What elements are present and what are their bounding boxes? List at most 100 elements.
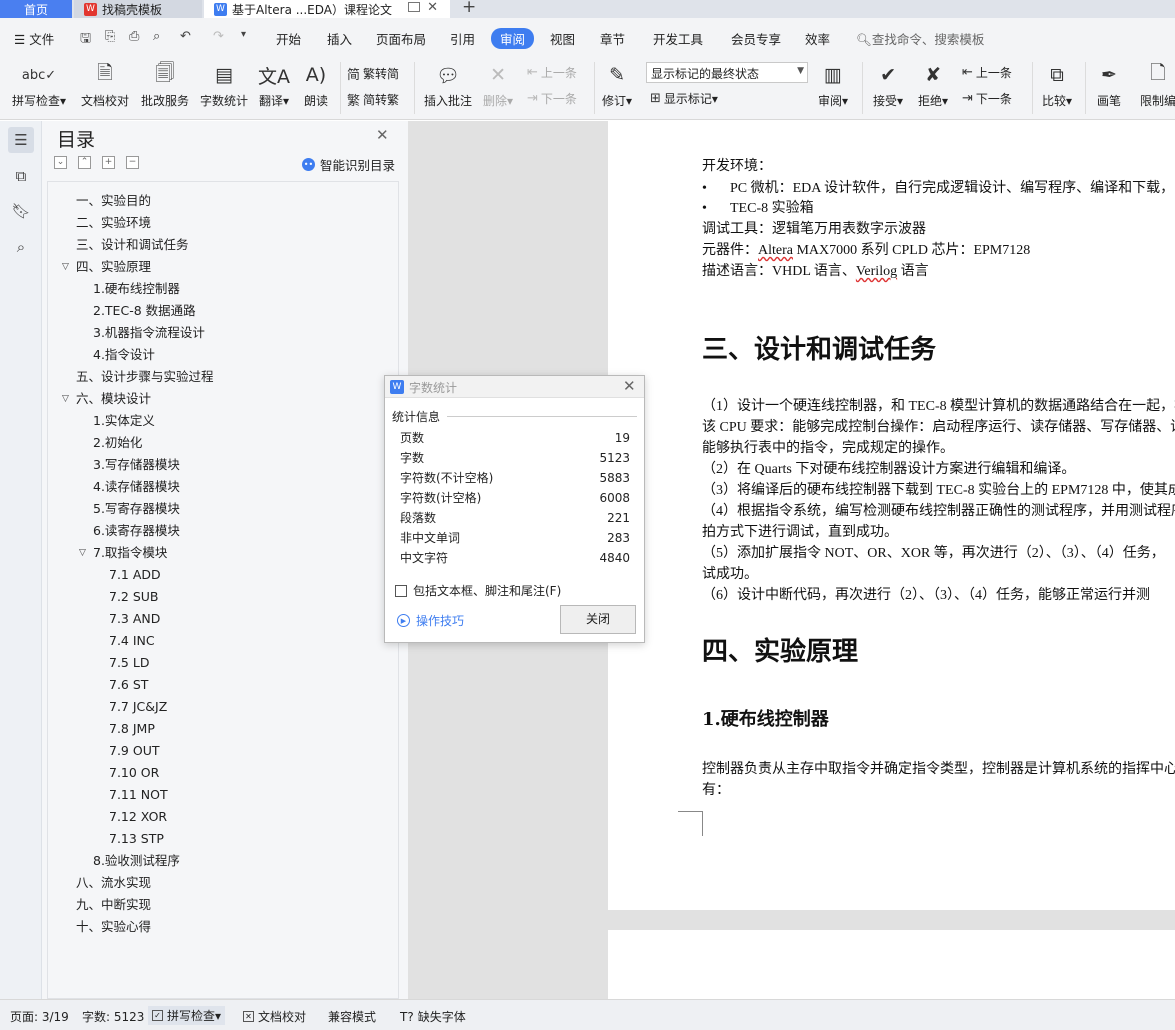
toc-item[interactable]: 7.10 OR — [48, 762, 398, 784]
toc-item[interactable]: 九、中断实现 — [48, 894, 398, 916]
add-heading-icon[interactable]: + — [102, 156, 115, 169]
tab-home[interactable]: 首页 — [0, 0, 72, 18]
toc-item[interactable]: 7.1 ADD — [48, 564, 398, 586]
reject-button[interactable]: ✘ 拒绝▾ — [918, 60, 948, 109]
chapter-nav-icon[interactable]: ⧉ — [8, 163, 34, 189]
toc-item[interactable]: 3.机器指令流程设计 — [48, 322, 398, 344]
toc-item[interactable]: 1.硬布线控制器 — [48, 278, 398, 300]
toc-item[interactable]: 八、流水实现 — [48, 872, 398, 894]
file-menu[interactable]: ☰ 文件 — [14, 29, 54, 48]
toc-item[interactable]: 6.读寄存器模块 — [48, 520, 398, 542]
menu-start[interactable]: 开始 — [276, 29, 301, 48]
close-icon[interactable]: ✕ — [623, 377, 636, 395]
redo-icon[interactable]: ↷ — [213, 29, 224, 44]
draw-button[interactable]: ✒ 画笔 — [1097, 60, 1121, 109]
document-page-next[interactable] — [608, 930, 1175, 999]
chevron-down-icon[interactable]: ▽ — [62, 256, 69, 278]
expand-all-icon[interactable]: ⌃ — [78, 156, 91, 169]
toc-item[interactable]: 7.6 ST — [48, 674, 398, 696]
show-markup-button[interactable]: ⊞ 显示标记 ▾ — [650, 90, 718, 107]
spellcheck-button[interactable]: abc✓ 拼写检查▾ — [12, 60, 66, 109]
spellcheck-status[interactable]: ✓ 拼写检查 ▾ — [148, 1006, 226, 1025]
tab-document[interactable]: W 基于Altera ...EDA）课程论文 ✕ — [204, 0, 450, 18]
smart-toc-button[interactable]: •• 智能识别目录 — [302, 155, 395, 174]
remove-heading-icon[interactable]: − — [126, 156, 139, 169]
collapse-all-icon[interactable]: ⌄ — [54, 156, 67, 169]
next-comment-button[interactable]: ⇥ 下一条 — [527, 90, 577, 107]
chevron-down-icon[interactable]: ▽ — [62, 388, 69, 410]
word-count-indicator[interactable]: 字数: 5123 — [82, 1008, 144, 1025]
toc-item[interactable]: 7.11 NOT — [48, 784, 398, 806]
toc-item[interactable]: 4.指令设计 — [48, 344, 398, 366]
markup-state-select[interactable]: 显示标记的最终状态 ▼ — [646, 62, 808, 83]
toc-item[interactable]: 4.读存储器模块 — [48, 476, 398, 498]
read-aloud-button[interactable]: A) 朗读 — [304, 60, 328, 109]
toc-item[interactable]: 三、设计和调试任务 — [48, 234, 398, 256]
simp-to-trad-button[interactable]: 繁简转繁 — [347, 90, 399, 109]
restrict-edit-button[interactable]: 🗋 限制编 — [1140, 60, 1175, 109]
toc-item[interactable]: 7.8 JMP — [48, 718, 398, 740]
search-icon[interactable]: ⌕ — [8, 234, 34, 260]
doc-proof-button[interactable]: 🗎 文档校对 — [81, 60, 129, 109]
toc-item[interactable]: 7.12 XOR — [48, 806, 398, 828]
batch-service-button[interactable]: 🗐 批改服务 — [141, 60, 189, 109]
menu-review[interactable]: 审阅 — [491, 28, 535, 49]
checkbox-box[interactable] — [395, 584, 407, 597]
word-count-button[interactable]: ▤ 字数统计 — [200, 60, 248, 109]
toc-item[interactable]: 7.7 JC&JZ — [48, 696, 398, 718]
toc-item[interactable]: 8.验收测试程序 — [48, 850, 398, 872]
undo-icon[interactable]: ↶ — [180, 29, 191, 44]
missing-font-status[interactable]: T? 缺失字体 — [400, 1008, 466, 1025]
trad-to-simp-button[interactable]: 简繁转简 — [347, 64, 399, 83]
document-page[interactable]: 开发环境： • PC 微机：EDA 设计软件，自行完成逻辑设计、编写程序、编译和下… — [608, 121, 1175, 910]
toc-item[interactable]: ▽ 六、模块设计 — [48, 388, 398, 410]
customize-icon[interactable]: ▾ — [241, 29, 246, 40]
menu-developer[interactable]: 开发工具 — [653, 29, 703, 48]
menu-layout[interactable]: 页面布局 — [376, 29, 426, 48]
menu-insert[interactable]: 插入 — [327, 29, 352, 48]
toc-item[interactable]: 7.2 SUB — [48, 586, 398, 608]
chevron-down-icon[interactable]: ▽ — [79, 542, 86, 564]
print-icon[interactable]: ⎙ — [129, 29, 139, 44]
review-pane-button[interactable]: ▥ 审阅▾ — [818, 60, 848, 109]
dialog-titlebar[interactable]: W 字数统计 ✕ — [385, 376, 644, 398]
toc-item[interactable]: 二、实验环境 — [48, 212, 398, 234]
toc-item[interactable]: 2.初始化 — [48, 432, 398, 454]
include-textbox-checkbox[interactable]: 包括文本框、脚注和尾注(F) — [395, 582, 561, 599]
doc-proof-status[interactable]: ✕ 文档校对 — [243, 1008, 306, 1025]
toc-item[interactable]: ▽ 四、实验原理 — [48, 256, 398, 278]
menu-view[interactable]: 视图 — [550, 29, 575, 48]
prev-change-button[interactable]: ⇤ 上一条 — [962, 64, 1012, 81]
revise-button[interactable]: ✎ 修订▾ — [602, 60, 632, 109]
page-indicator[interactable]: 页面: 3/19 — [10, 1008, 69, 1025]
tips-link[interactable]: ▶ 操作技巧 — [397, 612, 464, 629]
toc-item[interactable]: 5.写寄存器模块 — [48, 498, 398, 520]
toc-item[interactable]: 7.13 STP — [48, 828, 398, 850]
toc-item[interactable]: 7.4 INC — [48, 630, 398, 652]
toc-item[interactable]: 一、实验目的 — [48, 190, 398, 212]
export-pdf-icon[interactable]: ⎘ — [105, 29, 115, 44]
toc-item[interactable]: 五、设计步骤与实验过程 — [48, 366, 398, 388]
toc-item[interactable]: 7.5 LD — [48, 652, 398, 674]
new-tab-button[interactable]: + — [462, 0, 476, 17]
prev-comment-button[interactable]: ⇤ 上一条 — [527, 64, 577, 81]
close-button[interactable]: 关闭 — [560, 605, 636, 634]
toc-item[interactable]: 1.实体定义 — [48, 410, 398, 432]
toc-item[interactable]: 十、实验心得 — [48, 916, 398, 938]
delete-comment-button[interactable]: ✕ 删除▾ — [483, 60, 513, 109]
menu-references[interactable]: 引用 — [450, 29, 475, 48]
toc-icon[interactable]: ☰ — [8, 127, 34, 153]
close-icon[interactable]: ✕ — [376, 126, 389, 144]
close-tab-icon[interactable]: ✕ — [427, 0, 438, 15]
command-search[interactable]: 🔍︎查找命令、搜索模板 — [856, 29, 984, 48]
toc-item[interactable]: ▽ 7.取指令模块 — [48, 542, 398, 564]
save-icon[interactable]: 🖫 — [80, 29, 91, 51]
compare-button[interactable]: ⧉ 比较▾ — [1042, 60, 1072, 109]
toc-item[interactable]: 2.TEC-8 数据通路 — [48, 300, 398, 322]
insert-comment-button[interactable]: 💬︎ 插入批注 — [424, 60, 472, 109]
menu-efficiency[interactable]: 效率 — [805, 29, 830, 48]
monitor-icon[interactable] — [408, 2, 420, 12]
tab-templates[interactable]: W 找稿壳模板 — [74, 0, 202, 18]
print-preview-icon[interactable]: ⌕ — [153, 29, 160, 44]
bookmark-icon[interactable]: 🔖︎ — [8, 198, 34, 224]
